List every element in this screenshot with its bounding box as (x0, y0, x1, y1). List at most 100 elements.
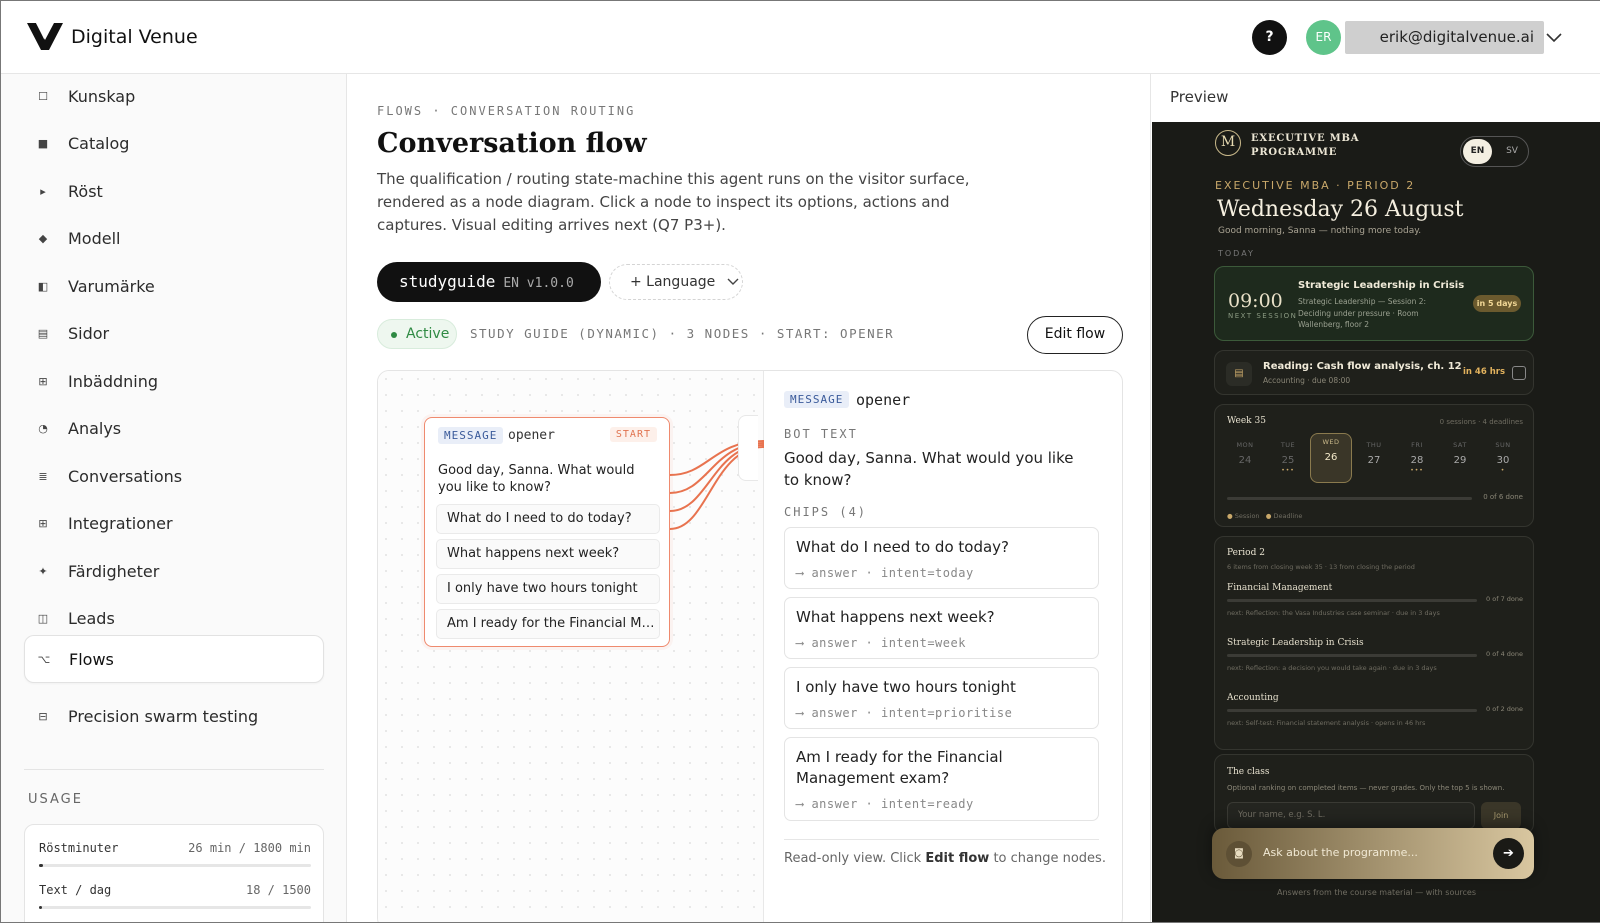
day-wed[interactable]: WED 26 (1310, 433, 1352, 483)
sidebar-item-label: Integrationer (68, 513, 173, 533)
reading-checkbox[interactable] (1512, 366, 1526, 380)
node-chip[interactable]: What happens next week? (436, 539, 660, 569)
day-mon[interactable]: MON 24 (1227, 437, 1263, 483)
usage-card: Röstminuter 26 min / 1800 min Text / dag 1… (24, 824, 324, 923)
chip-text: Am I ready for the Financial Management … (796, 748, 1003, 787)
flow-tab-version: EN v1.0.0 (503, 276, 574, 291)
flow-canvas[interactable]: MESSAGE opener START Good day, Sanna. Wh… (378, 371, 764, 923)
week-legend: ● Session ● Deadline (1227, 512, 1302, 520)
legend-deadline: Deadline (1273, 512, 1303, 520)
sidebar-item-analys[interactable]: ◔ Analys (24, 406, 324, 450)
node-type-badge: MESSAGE (784, 391, 850, 408)
sidebar-item-label: Conversations (68, 466, 183, 486)
note-text: Read-only view. Click (784, 851, 926, 866)
play-icon: ▸ (40, 184, 46, 198)
day-thu[interactable]: THU 27 (1356, 437, 1392, 483)
course-name: Financial Management (1227, 583, 1333, 593)
node-text: Good day, Sanna. What would you like to … (438, 463, 635, 495)
join-button[interactable]: Join (1481, 802, 1521, 829)
preview-panel: Preview M EXECUTIVE MBA PROGRAMME EN SV … (1150, 74, 1600, 923)
chip-card[interactable]: What do I need to do today? ⟶ answer · i… (784, 527, 1099, 589)
session-time: 09:00 (1228, 290, 1283, 312)
chevron-down-icon (727, 278, 739, 285)
sidebar-item-inbaddning[interactable]: ⊞ Inbäddning (24, 359, 324, 403)
ask-input[interactable]: Ask about the programme... (1263, 846, 1418, 859)
grid-icon: ⊞ (38, 374, 48, 388)
class-name-input[interactable]: Your name, e.g. S. L. (1227, 802, 1475, 829)
chevron-down-icon[interactable] (1545, 28, 1563, 46)
add-language-button[interactable]: + Language (609, 264, 743, 300)
flow-tab-studyguide[interactable]: studyguide EN v1.0.0 (377, 262, 601, 302)
node-type-badge: MESSAGE (438, 427, 504, 444)
sidebar-item-rost[interactable]: ▸ Röst (24, 169, 324, 213)
next-session-card[interactable]: 09:00 NEXT SESSION Strategic Leadership … (1214, 266, 1534, 341)
day-number: 26 (1324, 452, 1338, 463)
reading-due: in 46 hrs (1463, 367, 1506, 377)
sidebar-item-varumarke[interactable]: ◧ Varumärke (24, 264, 324, 308)
sidebar-item-kunskap[interactable]: ☐ Kunskap (24, 74, 324, 118)
course-row[interactable]: Strategic Leadership in Crisis 0 of 4 do… (1227, 638, 1523, 672)
sidebar-item-label: Precision swarm testing (68, 706, 259, 726)
course-row[interactable]: Financial Management 0 of 7 done next: R… (1227, 583, 1523, 617)
day-dots: ••• (1410, 467, 1424, 474)
sidebar-item-label: Modell (68, 228, 121, 248)
language-toggle[interactable]: EN SV (1460, 136, 1529, 167)
week-done-count: 0 of 6 done (1483, 493, 1523, 501)
sidebar-item-flows[interactable]: ⌥ Flows (24, 635, 324, 683)
ask-bar[interactable]: ◙ Ask about the programme... ➔ (1212, 828, 1534, 879)
sidebar-item-label: Röst (68, 181, 103, 201)
node-chip[interactable]: I only have two hours tonight (436, 574, 660, 604)
avatar[interactable]: ER (1306, 20, 1341, 55)
flow-node-opener[interactable]: MESSAGE opener START Good day, Sanna. Wh… (424, 417, 670, 647)
brand-name[interactable]: Digital Venue (71, 26, 198, 48)
chip-text: What happens next week? (796, 608, 995, 626)
usage-progress-fill (39, 864, 43, 867)
lang-en-button[interactable]: EN (1463, 139, 1492, 164)
divider (24, 769, 324, 770)
usage-label: Text / dag (39, 883, 112, 897)
week-card: Week 35 0 sessions · 4 deadlines MON 24 T… (1214, 404, 1534, 527)
sidebar-item-integrationer[interactable]: ⊞ Integrationer (24, 501, 324, 545)
node-chip[interactable]: What do I need to do today? (436, 504, 660, 534)
week-meta: 0 sessions · 4 deadlines (1439, 418, 1523, 426)
edit-flow-button[interactable]: Edit flow (1027, 316, 1123, 354)
flow-panel: MESSAGE opener START Good day, Sanna. Wh… (377, 370, 1123, 923)
page-description: The qualification / routing state-machin… (377, 170, 970, 234)
chip-card[interactable]: I only have two hours tonight ⟶ answer ·… (784, 667, 1099, 729)
day-fri[interactable]: FRI 28 ••• (1399, 437, 1435, 483)
send-arrow-icon[interactable]: ➔ (1493, 838, 1524, 869)
chip-card[interactable]: What happens next week? ⟶ answer · inten… (784, 597, 1099, 659)
session-title: Strategic Leadership in Crisis (1298, 280, 1465, 291)
reading-subtitle: Accounting · due 08:00 (1263, 376, 1351, 385)
usage-progress-fill (39, 906, 43, 909)
sidebar-item-conversations[interactable]: ≣ Conversations (24, 454, 324, 498)
logo-icon[interactable] (27, 23, 63, 50)
sidebar-item-precision-swarm-testing[interactable]: ⊟ Precision swarm testing (24, 694, 324, 738)
sidebar-item-fardigheter[interactable]: ✦ Färdigheter (24, 549, 324, 593)
day-sat[interactable]: SAT 29 (1442, 437, 1478, 483)
sidebar-item-sidor[interactable]: ▤ Sidor (24, 311, 324, 355)
node-name: opener (856, 391, 911, 409)
chip-route: ⟶ answer · intent=today (796, 566, 974, 580)
day-sun[interactable]: SUN 30 • (1485, 437, 1521, 483)
sidebar-item-modell[interactable]: ◆ Modell (24, 216, 324, 260)
reading-card[interactable]: ▤ Reading: Cash flow analysis, ch. 12 Ac… (1214, 350, 1534, 395)
top-bar: Digital Venue ? ER erik@digitalvenue.ai (0, 0, 1600, 74)
session-subtitle: Strategic Leadership — Session 2: Decidi… (1298, 297, 1427, 329)
sidebar-item-catalog[interactable]: ■ Catalog (24, 121, 324, 165)
period-card: Period 2 6 items from closing week 35 · … (1214, 536, 1534, 750)
sidebar-item-leads[interactable]: ◫ Leads (24, 596, 324, 640)
course-row[interactable]: Accounting 0 of 2 done next: Self-test: … (1227, 693, 1523, 727)
usage-row: Text / dag 18 / 1500 (39, 883, 311, 897)
flow-node-next[interactable] (738, 415, 758, 481)
sidebar-item-label: Flows (69, 649, 114, 669)
lang-sv-button[interactable]: SV (1501, 139, 1523, 164)
week-progress-bar (1227, 497, 1472, 500)
visitor-preview[interactable]: M EXECUTIVE MBA PROGRAMME EN SV EXECUTIV… (1152, 122, 1600, 923)
help-button[interactable]: ? (1252, 20, 1287, 55)
page-icon: ▤ (37, 326, 49, 340)
user-menu[interactable]: erik@digitalvenue.ai (1345, 21, 1544, 54)
node-chip[interactable]: Am I ready for the Financial Man... (436, 609, 660, 639)
chip-card[interactable]: Am I ready for the Financial Management … (784, 737, 1099, 821)
day-tue[interactable]: TUE 25 ••• (1270, 437, 1306, 483)
